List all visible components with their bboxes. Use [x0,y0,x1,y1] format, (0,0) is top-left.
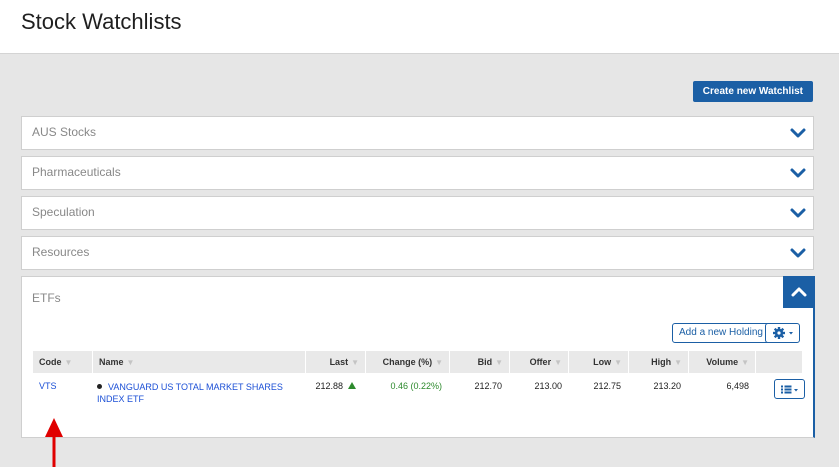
holding-code-link[interactable]: VTS [39,381,57,391]
add-holding-button[interactable]: Add a new Holding [672,323,770,343]
list-icon [781,385,792,394]
column-header-offer[interactable]: Offer ▼ [510,351,569,373]
sort-icon: ▼ [674,358,682,367]
holding-change: 0.46 (0.22%) [390,381,442,391]
sort-icon: ▼ [495,358,503,367]
holding-low: 212.75 [593,381,621,391]
watchlist-panel-speculation[interactable]: Speculation [21,196,814,230]
holding-bid: 212.70 [474,381,502,391]
row-actions-button[interactable] [774,379,805,399]
column-header-actions [756,351,802,373]
sort-icon: ▼ [351,358,359,367]
holding-high: 213.20 [653,381,681,391]
gear-icon [773,327,785,339]
column-header-high[interactable]: High ▼ [629,351,689,373]
watchlist-panel-etfs: ETFs Add a new Holding Code ▼ Name ▼ Last ▼… [21,276,815,438]
status-dot-icon [97,384,102,389]
watchlist-title: Pharmaceuticals [32,165,121,179]
column-header-change[interactable]: Change (%) ▼ [366,351,450,373]
column-header-volume[interactable]: Volume ▼ [689,351,756,373]
watchlist-title: Speculation [32,205,95,219]
sort-icon: ▼ [741,358,749,367]
watchlist-title: AUS Stocks [32,125,97,139]
sort-icon: ▼ [126,358,135,367]
holding-volume: 6,498 [726,381,749,391]
sort-icon: ▼ [554,358,562,367]
sort-icon: ▼ [435,358,443,367]
watchlist-panel-pharmaceuticals[interactable]: Pharmaceuticals [21,156,814,190]
settings-dropdown-button[interactable] [765,323,800,343]
column-header-bid[interactable]: Bid ▼ [450,351,510,373]
column-header-low[interactable]: Low ▼ [569,351,629,373]
column-header-last[interactable]: Last ▼ [306,351,366,373]
holding-name: VANGUARD US TOTAL MARKET SHARES INDEX ET… [97,381,297,405]
holding-last: 212.88 [306,381,356,391]
up-arrow-icon [348,382,356,389]
holding-name-link-line2[interactable]: INDEX ETF [97,394,144,404]
table-row: VTS VANGUARD US TOTAL MARKET SHARES INDE… [33,373,805,413]
caret-down-icon [789,332,793,335]
watchlist-panel-aus-stocks[interactable]: AUS Stocks [21,116,814,150]
annotation-arrow-icon [45,418,63,467]
page-header: Stock Watchlists [0,0,839,54]
collapse-toggle[interactable] [783,276,815,308]
chevron-down-icon[interactable] [789,244,807,262]
holding-offer: 213.00 [534,381,562,391]
chevron-down-icon[interactable] [789,204,807,222]
watchlist-panel-resources[interactable]: Resources [21,236,814,270]
chevron-up-icon [791,287,807,297]
page-title: Stock Watchlists [21,9,182,34]
caret-down-icon [794,389,798,392]
watchlist-title: Resources [32,245,90,259]
holding-name-link[interactable]: VANGUARD US TOTAL MARKET SHARES [108,382,283,392]
watchlist-title: ETFs [32,291,61,305]
sort-icon: ▼ [64,358,73,367]
column-header-name[interactable]: Name ▼ [93,351,306,373]
holdings-table-header: Code ▼ Name ▼ Last ▼ Change (%) ▼ Bid ▼ Offer… [33,351,802,373]
column-header-code[interactable]: Code ▼ [33,351,93,373]
sort-icon: ▼ [614,358,622,367]
create-watchlist-button[interactable]: Create new Watchlist [692,81,813,102]
chevron-down-icon[interactable] [789,164,807,182]
chevron-down-icon[interactable] [789,124,807,142]
